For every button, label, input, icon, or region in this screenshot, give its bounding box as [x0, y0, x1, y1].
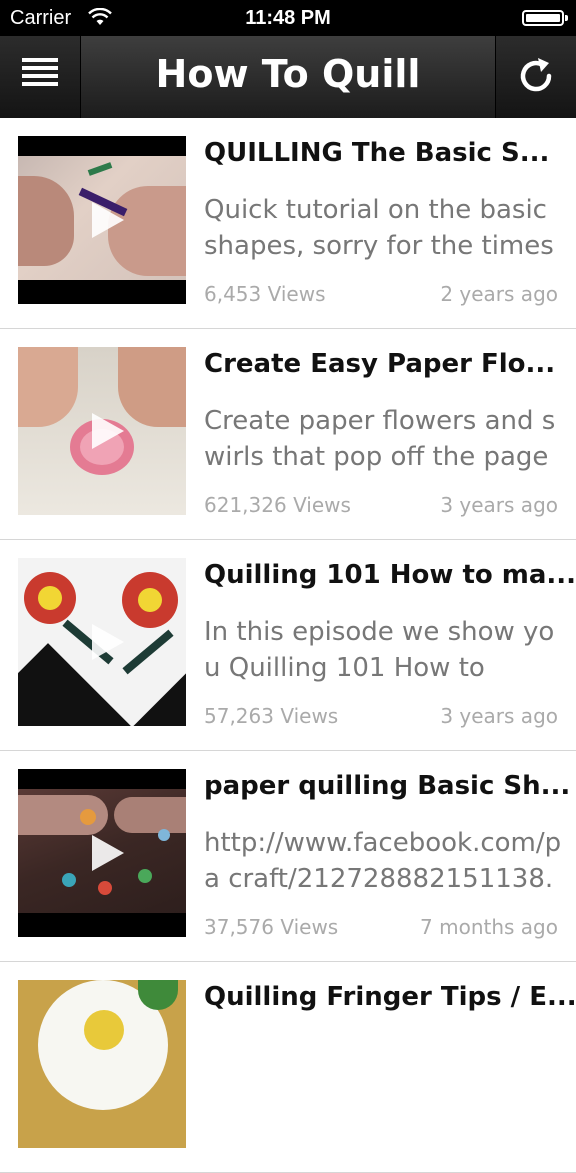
list-item[interactable]: Quilling Fringer Tips / E...	[0, 962, 576, 1173]
video-description: In this episode we show you Quilling 101…	[204, 617, 555, 683]
video-thumbnail[interactable]	[18, 347, 186, 515]
video-description: Create paper flowers and swirls that pop…	[204, 406, 556, 472]
video-list: QUILLING The Basic S... Quick tutorial o…	[0, 118, 576, 1173]
video-age: 2 years ago	[440, 282, 558, 306]
video-title: QUILLING The Basic S...	[204, 138, 550, 168]
play-icon	[92, 202, 124, 238]
video-age: 3 years ago	[440, 493, 558, 517]
video-thumbnail[interactable]	[18, 136, 186, 304]
view-count: 621,326 Views	[204, 493, 351, 517]
refresh-button[interactable]	[495, 36, 576, 118]
list-item[interactable]: Create Easy Paper Flo... Create paper fl…	[0, 329, 576, 540]
refresh-icon	[520, 58, 552, 92]
video-thumbnail[interactable]	[18, 558, 186, 726]
video-title: Create Easy Paper Flo...	[204, 349, 556, 379]
hamburger-menu-icon	[22, 58, 58, 94]
play-icon	[92, 413, 124, 449]
video-description	[204, 1036, 564, 1110]
video-thumbnail[interactable]	[18, 769, 186, 937]
list-item[interactable]: Quilling 101 How to ma... In this episod…	[0, 540, 576, 751]
video-title: Quilling Fringer Tips / E...	[204, 982, 576, 1012]
battery-icon	[522, 10, 568, 26]
nav-bar: How To Quill	[0, 36, 576, 120]
play-icon	[92, 624, 124, 660]
status-bar: Carrier 11:48 PM	[0, 0, 576, 36]
video-description: http://www.facebook.com/pa craft/2127288…	[204, 828, 562, 894]
play-icon	[92, 835, 124, 871]
list-item[interactable]: paper quilling Basic Sh... http://www.fa…	[0, 751, 576, 962]
page-title: How To Quill	[155, 52, 421, 96]
video-description: Quick tutorial on the basic shapes, sorr…	[204, 195, 554, 261]
video-title: Quilling 101 How to ma...	[204, 560, 576, 590]
view-count: 57,263 Views	[204, 704, 339, 728]
clock: 11:48 PM	[245, 7, 331, 29]
menu-button[interactable]	[0, 36, 81, 118]
list-item[interactable]: QUILLING The Basic S... Quick tutorial o…	[0, 118, 576, 329]
video-age: 7 months ago	[420, 915, 558, 939]
view-count: 37,576 Views	[204, 915, 339, 939]
view-count: 6,453 Views	[204, 282, 326, 306]
video-age: 3 years ago	[440, 704, 558, 728]
video-thumbnail[interactable]	[18, 980, 186, 1148]
video-title: paper quilling Basic Sh...	[204, 771, 571, 801]
